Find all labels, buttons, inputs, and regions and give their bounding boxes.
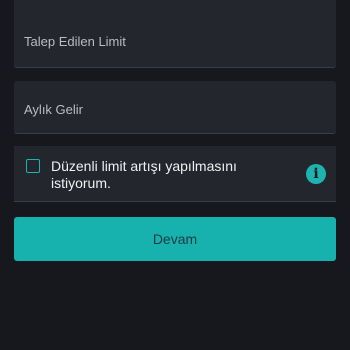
regular-limit-increase-label[interactable]: Düzenli limit artışı yapılmasını istiyor… (51, 158, 261, 192)
monthly-income-placeholder: Aylık Gelir (24, 102, 83, 117)
regular-limit-increase-row: Düzenli limit artışı yapılmasını istiyor… (14, 146, 336, 202)
regular-limit-increase-checkbox[interactable] (26, 159, 40, 173)
requested-limit-placeholder: Talep Edilen Limit (24, 34, 126, 49)
limit-request-form: Talep Edilen Limit Aylık Gelir Düzenli l… (0, 0, 350, 350)
continue-button[interactable]: Devam (14, 217, 336, 261)
requested-limit-field[interactable]: Talep Edilen Limit (14, 0, 336, 68)
info-icon[interactable]: i (306, 164, 326, 184)
monthly-income-field[interactable]: Aylık Gelir (14, 81, 336, 134)
